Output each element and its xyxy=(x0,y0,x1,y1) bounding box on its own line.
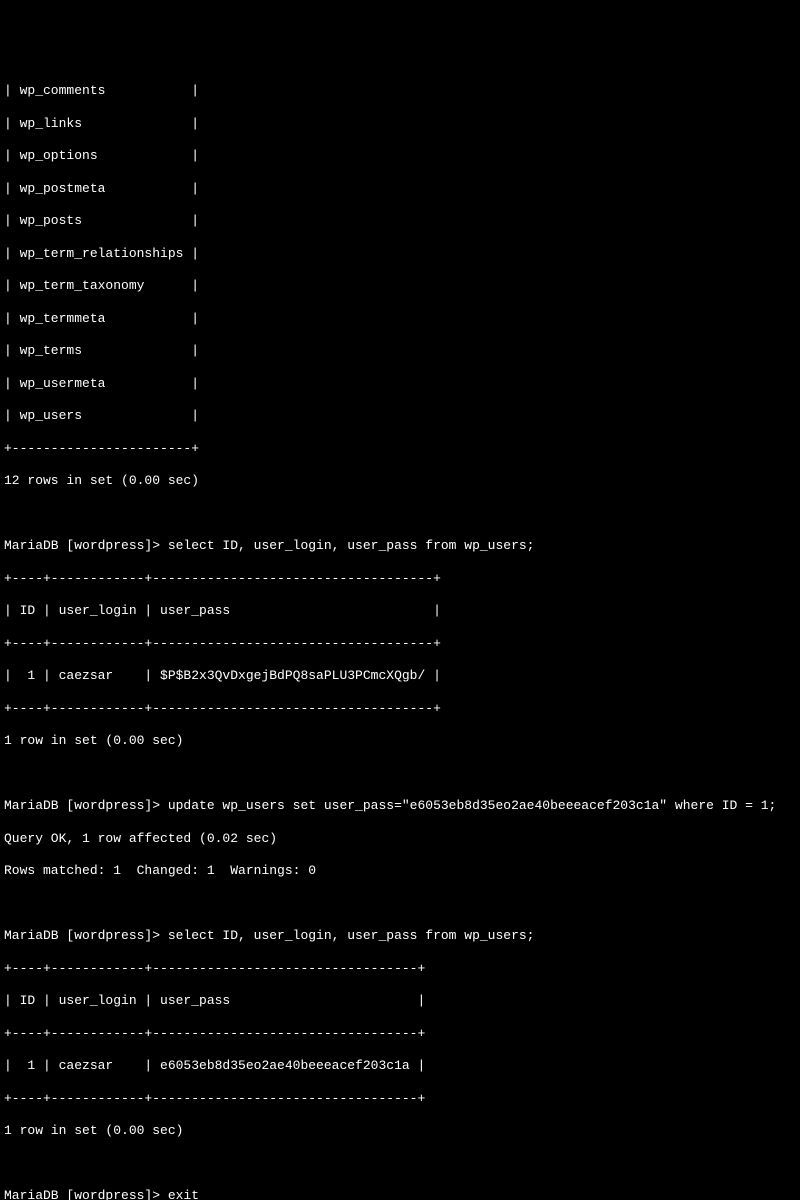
table-row: | 1 | caezsar | $P$B2x3QvDxgejBdPQ8saPLU… xyxy=(4,668,796,684)
table-border: +----+------------+---------------------… xyxy=(4,1026,796,1042)
db-prompt: MariaDB [wordpress]> xyxy=(4,928,168,943)
table-border: +----+------------+---------------------… xyxy=(4,571,796,587)
result-summary: 1 row in set (0.00 sec) xyxy=(4,1123,796,1139)
table-row: | wp_options | xyxy=(4,148,796,164)
table-border: +----+------------+---------------------… xyxy=(4,961,796,977)
sql-prompt-line: MariaDB [wordpress]> update wp_users set… xyxy=(4,798,796,814)
table-header: | ID | user_login | user_pass | xyxy=(4,603,796,619)
table-border: +----+------------+---------------------… xyxy=(4,1091,796,1107)
table-border: +-----------------------+ xyxy=(4,441,796,457)
sql-prompt-line: MariaDB [wordpress]> exit xyxy=(4,1188,796,1200)
table-row: | wp_users | xyxy=(4,408,796,424)
sql-query: select ID, user_login, user_pass from wp… xyxy=(168,928,535,943)
exit-command: exit xyxy=(168,1188,199,1200)
table-row: | wp_term_relationships | xyxy=(4,246,796,262)
table-row: | wp_termmeta | xyxy=(4,311,796,327)
table-header: | ID | user_login | user_pass | xyxy=(4,993,796,1009)
table-border: +----+------------+---------------------… xyxy=(4,701,796,717)
sql-prompt-line: MariaDB [wordpress]> select ID, user_log… xyxy=(4,928,796,944)
table-row: | wp_postmeta | xyxy=(4,181,796,197)
result-line: Rows matched: 1 Changed: 1 Warnings: 0 xyxy=(4,863,796,879)
table-border: +----+------------+---------------------… xyxy=(4,636,796,652)
table-row: | wp_posts | xyxy=(4,213,796,229)
sql-prompt-line: MariaDB [wordpress]> select ID, user_log… xyxy=(4,538,796,554)
result-summary: 12 rows in set (0.00 sec) xyxy=(4,473,796,489)
table-row: | wp_terms | xyxy=(4,343,796,359)
blank-line xyxy=(4,766,796,782)
db-prompt: MariaDB [wordpress]> xyxy=(4,538,168,553)
result-summary: 1 row in set (0.00 sec) xyxy=(4,733,796,749)
result-line: Query OK, 1 row affected (0.02 sec) xyxy=(4,831,796,847)
db-prompt: MariaDB [wordpress]> xyxy=(4,1188,168,1200)
table-row: | wp_comments | xyxy=(4,83,796,99)
table-row: | 1 | caezsar | e6053eb8d35eo2ae40beeeac… xyxy=(4,1058,796,1074)
sql-query: update wp_users set user_pass="e6053eb8d… xyxy=(168,798,777,813)
sql-query: select ID, user_login, user_pass from wp… xyxy=(168,538,535,553)
terminal-output[interactable]: | wp_comments | | wp_links | | wp_option… xyxy=(4,67,796,1200)
blank-line xyxy=(4,1156,796,1172)
table-row: | wp_term_taxonomy | xyxy=(4,278,796,294)
blank-line xyxy=(4,896,796,912)
table-row: | wp_links | xyxy=(4,116,796,132)
table-row: | wp_usermeta | xyxy=(4,376,796,392)
blank-line xyxy=(4,506,796,522)
db-prompt: MariaDB [wordpress]> xyxy=(4,798,168,813)
